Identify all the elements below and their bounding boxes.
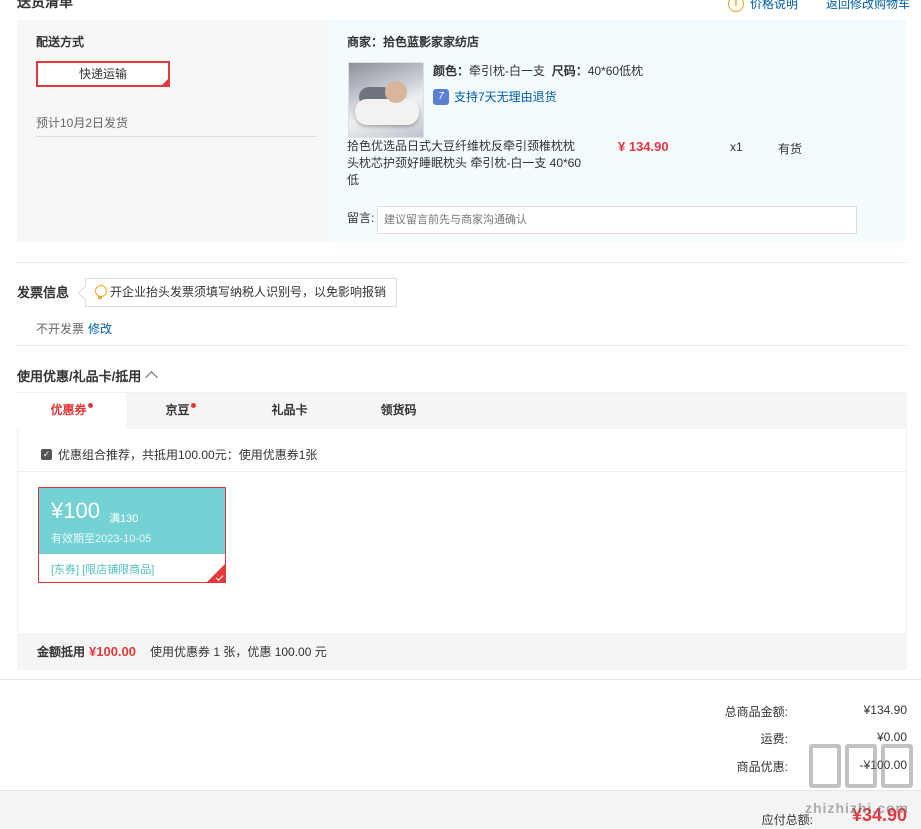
coupon-tags: [东券] [限店铺限商品] <box>51 564 155 576</box>
divider <box>17 262 907 263</box>
product-name[interactable]: 拾色优选品日式大豆纤维枕反牵引颈椎枕枕头枕芯护颈好睡眠枕头 牵引枕-白一支 40… <box>347 138 583 189</box>
back-to-cart-link[interactable]: 返回修改购物车 <box>826 0 910 12</box>
message-input[interactable] <box>377 206 857 234</box>
coupon-footer: 金额抵用 ¥100.00 使用优惠券 1 张，优惠 100.00 元 <box>17 633 907 670</box>
tab-coupon[interactable]: 优惠券 <box>17 393 126 429</box>
delivery-method-button[interactable]: 快递运输 <box>36 61 170 87</box>
price-note-label: 价格说明 <box>750 0 799 11</box>
divider <box>0 679 921 680</box>
discount-amount: ¥100.00 <box>89 644 137 659</box>
size-value: 40*60低枕 <box>587 64 644 78</box>
shipping-label: 运费: <box>760 732 788 746</box>
coupon-section-toggle[interactable]: 使用优惠/礼品卡/抵用 <box>17 366 159 385</box>
checkbox-checked-icon: ✓ <box>41 449 52 460</box>
watermark-text: zhizhizhi.com <box>805 800 909 816</box>
coupon-section-title: 使用优惠/礼品卡/抵用 <box>17 369 142 384</box>
return-policy-label: 支持7天无理由退货 <box>454 90 557 104</box>
divider <box>17 471 907 472</box>
return-policy[interactable]: 7 支持7天无理由退货 <box>433 88 557 105</box>
tab-jingdou[interactable]: 京豆 <box>126 393 235 429</box>
shipping-value: ¥0.00 <box>876 730 907 744</box>
delivery-label: 配送方式 <box>36 35 85 49</box>
color-label: 颜色： <box>433 64 470 78</box>
coupon-tabs: 优惠券 京豆 礼品卡 领货码 <box>17 393 907 429</box>
delivery-panel: 配送方式 快递运输 预计10月2日发货 <box>17 20 329 242</box>
chevron-up-icon <box>145 371 159 384</box>
coupon-card[interactable]: ¥100 满130 有效期至2023-10-05 [东券] [限店铺限商品] <box>38 487 226 583</box>
invoice-title: 发票信息 <box>17 285 70 300</box>
invoice-tip-text: 开企业抬头发票须填写纳税人识别号，以免影响报销 <box>110 285 387 299</box>
coupon-recommend-checkbox[interactable]: ✓ 优惠组合推荐，共抵用100.00元：使用优惠券1张 <box>41 446 317 463</box>
total-value: ¥134.90 <box>863 703 907 717</box>
product-quantity: x1 <box>730 140 743 154</box>
ship-date: 预计10月2日发货 <box>36 116 129 130</box>
stock-status: 有货 <box>778 142 803 156</box>
coupon-recommend-text: 优惠组合推荐，共抵用100.00元：使用优惠券1张 <box>58 448 318 462</box>
invoice-tooltip: 开企业抬头发票须填写纳税人识别号，以免影响报销 <box>77 278 398 307</box>
coupon-condition: 满130 <box>109 513 139 525</box>
delivery-method-label: 快递运输 <box>78 67 127 81</box>
lightbulb-icon <box>94 285 107 300</box>
warning-icon: ! <box>728 0 744 12</box>
message-label: 留言: <box>347 211 375 225</box>
section-title-shipping-list: 送货清单 <box>17 0 73 10</box>
product-discount-label: 商品优惠: <box>736 760 788 774</box>
divider <box>36 136 317 137</box>
discount-label: 金额抵用 <box>37 645 86 659</box>
discount-desc: 使用优惠券 1 张，优惠 100.00 元 <box>150 645 327 659</box>
coupon-expiry: 有效期至2023-10-05 <box>51 533 152 545</box>
red-dot-icon <box>87 403 93 408</box>
invoice-status: 不开发票 修改 <box>36 320 112 337</box>
price-note-link[interactable]: ! 价格说明 <box>728 0 798 12</box>
product-price: ¥ 134.90 <box>618 139 669 154</box>
invoice-status-text: 不开发票 <box>36 322 85 336</box>
size-label: 尺码： <box>551 64 588 78</box>
shop-panel: 商家：拾色蓝影家家纺店 颜色：牵引枕-白一支 尺码：40*60低枕 7 支持7天… <box>329 20 906 242</box>
color-value: 牵引枕-白一支 <box>469 64 546 78</box>
selected-corner-icon <box>160 77 170 87</box>
total-label: 总商品金额: <box>724 705 788 719</box>
coupon-amount: ¥100 <box>51 498 100 523</box>
tab-redeem-code[interactable]: 领货码 <box>344 393 453 429</box>
watermark-logo <box>809 744 913 796</box>
shop-name: 商家：拾色蓝影家家纺店 <box>347 35 480 49</box>
divider <box>17 345 907 346</box>
return-icon: 7 <box>433 88 449 105</box>
tab-gift-card[interactable]: 礼品卡 <box>235 393 344 429</box>
invoice-edit-link[interactable]: 修改 <box>88 322 112 336</box>
red-dot-icon <box>190 403 196 408</box>
product-thumbnail[interactable] <box>348 62 424 138</box>
product-attributes: 颜色：牵引枕-白一支 尺码：40*60低枕 <box>433 62 643 79</box>
